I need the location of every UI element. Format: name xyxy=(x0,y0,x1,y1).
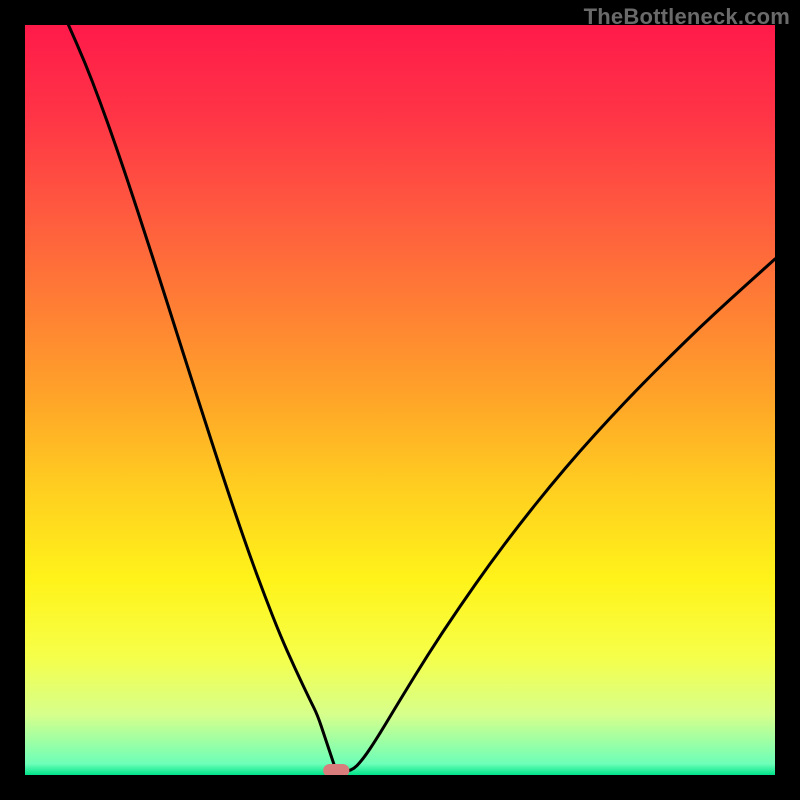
chart-frame: TheBottleneck.com xyxy=(0,0,800,800)
chart-plot-area xyxy=(25,25,775,775)
optimum-marker xyxy=(323,764,349,775)
chart-svg xyxy=(25,25,775,775)
gradient-background xyxy=(25,25,775,775)
